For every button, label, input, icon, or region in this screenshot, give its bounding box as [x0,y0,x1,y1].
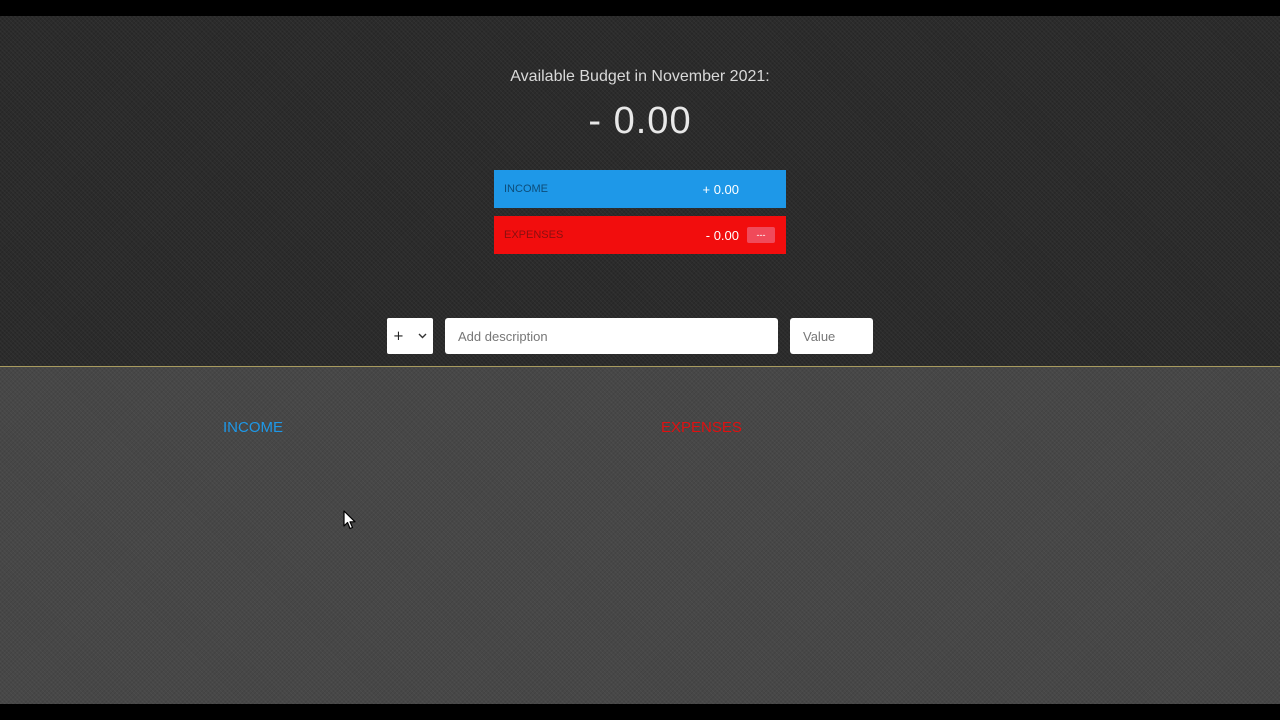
chevron-down-icon [418,331,427,342]
mouse-cursor-icon [343,510,356,530]
screen-frame: Available Budget in November 2021: - 0.0… [0,0,1280,720]
add-type-select[interactable]: + [387,318,433,354]
income-list-title: INCOME [223,419,283,436]
expenses-list-title: EXPENSES [661,419,742,436]
expenses-summary: EXPENSES - 0.00 --- [494,216,786,254]
add-type-value: + [393,328,404,344]
transaction-lists: INCOME EXPENSES [0,367,1280,704]
income-summary-label: INCOME [504,183,548,195]
budget-title: Available Budget in November 2021: [510,68,770,85]
budget-value: - 0.00 [588,100,692,142]
add-description-input[interactable] [445,318,778,354]
expenses-summary-label: EXPENSES [504,229,564,241]
budget-header: Available Budget in November 2021: - 0.0… [0,16,1280,367]
expenses-summary-value: - 0.00 [705,227,739,243]
income-summary: INCOME + 0.00 [494,170,786,208]
income-summary-value: + 0.00 [702,181,739,197]
expenses-percentage-badge: --- [747,227,775,243]
add-value-input[interactable] [790,318,873,354]
